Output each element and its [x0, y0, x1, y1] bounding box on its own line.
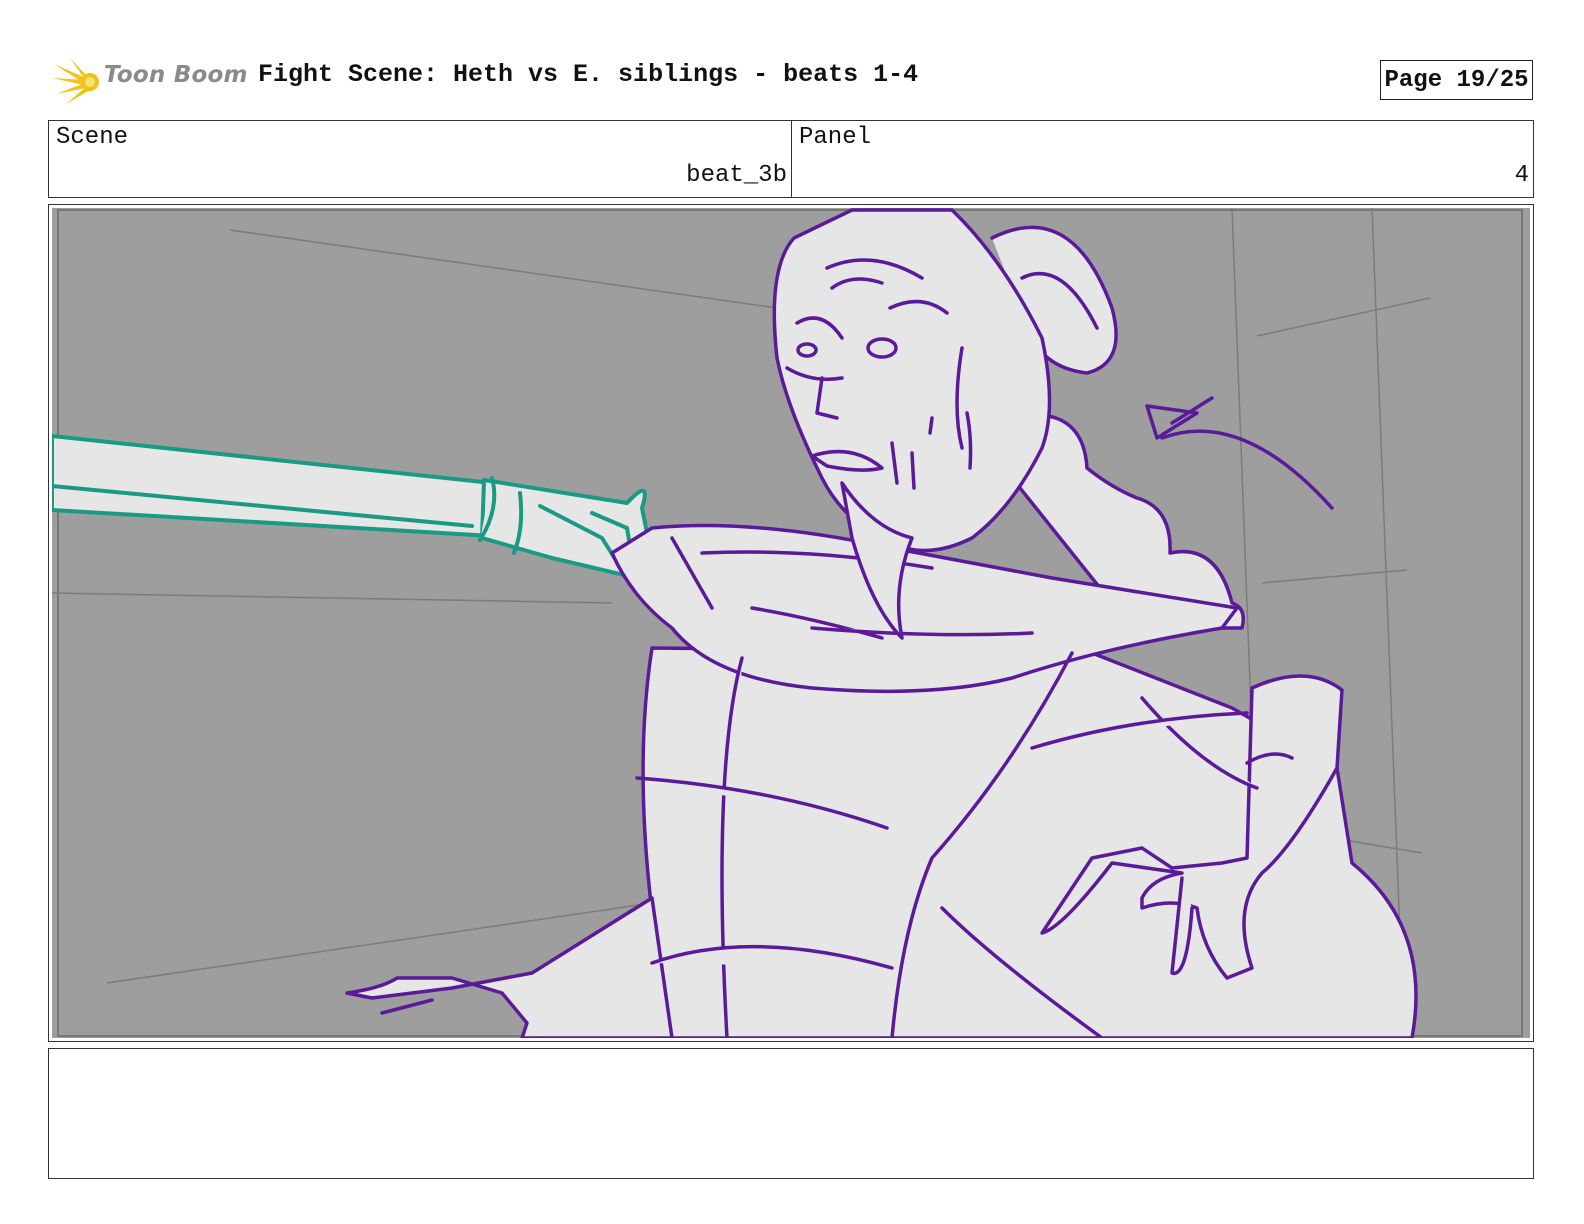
panel-info-row: Scene beat_3b Panel 4	[48, 120, 1534, 198]
panel-label: Panel	[799, 124, 872, 151]
sword-drawing	[52, 434, 652, 580]
scene-cell: Scene beat_3b	[49, 121, 792, 197]
panel-value: 4	[1514, 162, 1529, 189]
notes-box	[48, 1048, 1534, 1179]
logo-text: Toon Boom	[104, 62, 248, 88]
scene-value: beat_3b	[686, 162, 787, 189]
page-title: Fight Scene: Heth vs E. siblings - beats…	[258, 60, 919, 89]
panel-cell: Panel 4	[792, 121, 1533, 197]
character-drawing	[345, 208, 1418, 1038]
storyboard-drawing	[52, 208, 1530, 1038]
page-number: Page 19/25	[1380, 60, 1533, 100]
scene-label: Scene	[56, 124, 129, 151]
